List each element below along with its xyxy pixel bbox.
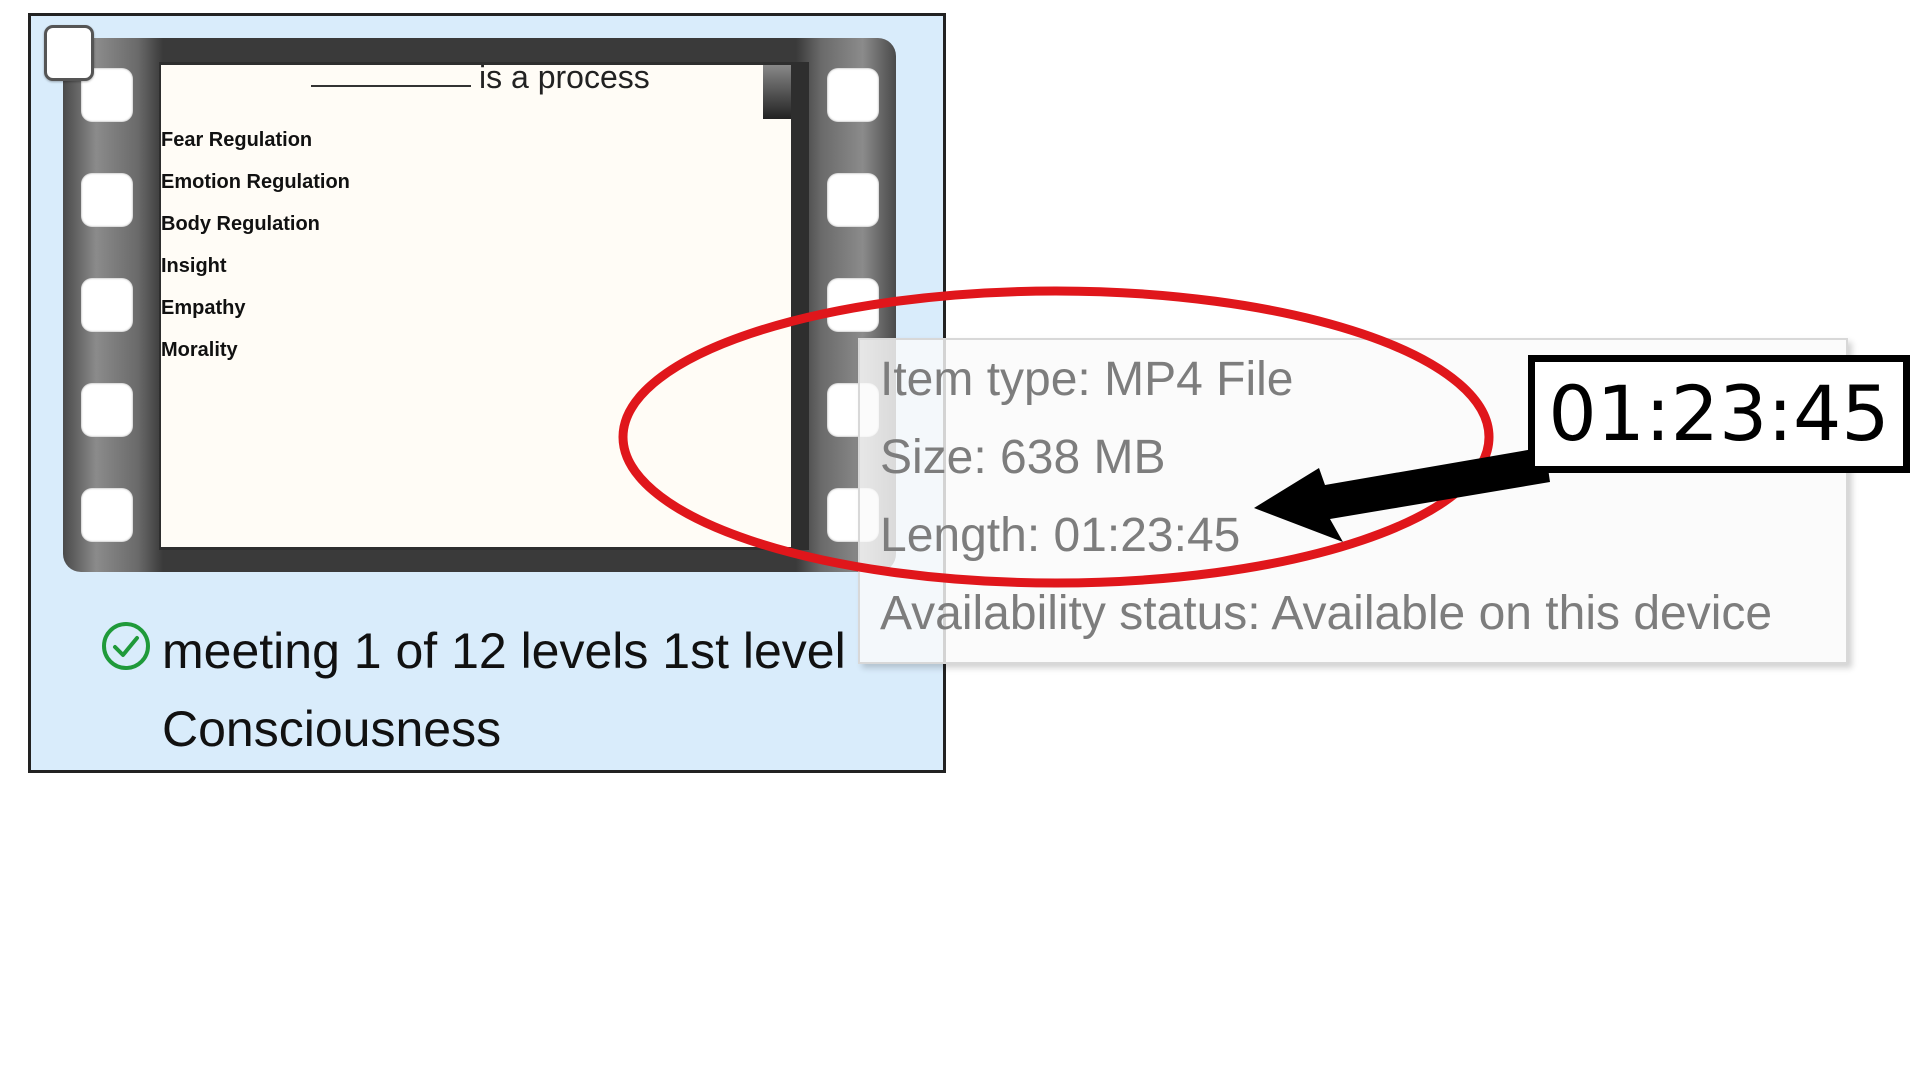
tooltip-availability: Availability status: Available on this d… [880, 587, 1773, 640]
slide-list-item: Morality [161, 339, 238, 361]
slide-list: Fear Regulation Emotion Regulation Body … [161, 127, 350, 379]
length-callout-box: 01:23:45 [1528, 355, 1910, 473]
green-check-circle-icon [102, 622, 150, 670]
file-name-line-2: Consciousness [162, 701, 502, 757]
slide-list-item: Empathy [161, 297, 246, 319]
slide-corner-image [763, 65, 791, 119]
slide-list-item: Body Regulation [161, 213, 320, 235]
file-name-line-1: meeting 1 of 12 levels 1st level [162, 623, 846, 679]
tooltip-length: Length: 01:23:45 [880, 509, 1241, 562]
file-name-label[interactable]: meeting 1 of 12 levels 1st level Conscio… [162, 612, 862, 768]
select-checkbox[interactable] [44, 25, 94, 81]
sprocket-hole [827, 68, 879, 122]
slide-title: is a process [479, 65, 650, 95]
sprocket-hole [81, 278, 133, 332]
slide-blank-line [311, 85, 471, 87]
tooltip-item-type: Item type: MP4 File [880, 353, 1294, 406]
sprocket-hole [81, 173, 133, 227]
slide-list-item: Emotion Regulation [161, 171, 350, 193]
sprocket-hole [81, 488, 133, 542]
sprocket-hole [827, 173, 879, 227]
tooltip-size: Size: 638 MB [880, 431, 1166, 484]
slide-list-item: Fear Regulation [161, 129, 313, 151]
sprocket-hole [81, 383, 133, 437]
sprocket-hole [827, 278, 879, 332]
slide-list-item: Insight [161, 255, 227, 277]
thumbnail-slide: is a process Fear Regulation Emotion Reg… [161, 65, 791, 547]
